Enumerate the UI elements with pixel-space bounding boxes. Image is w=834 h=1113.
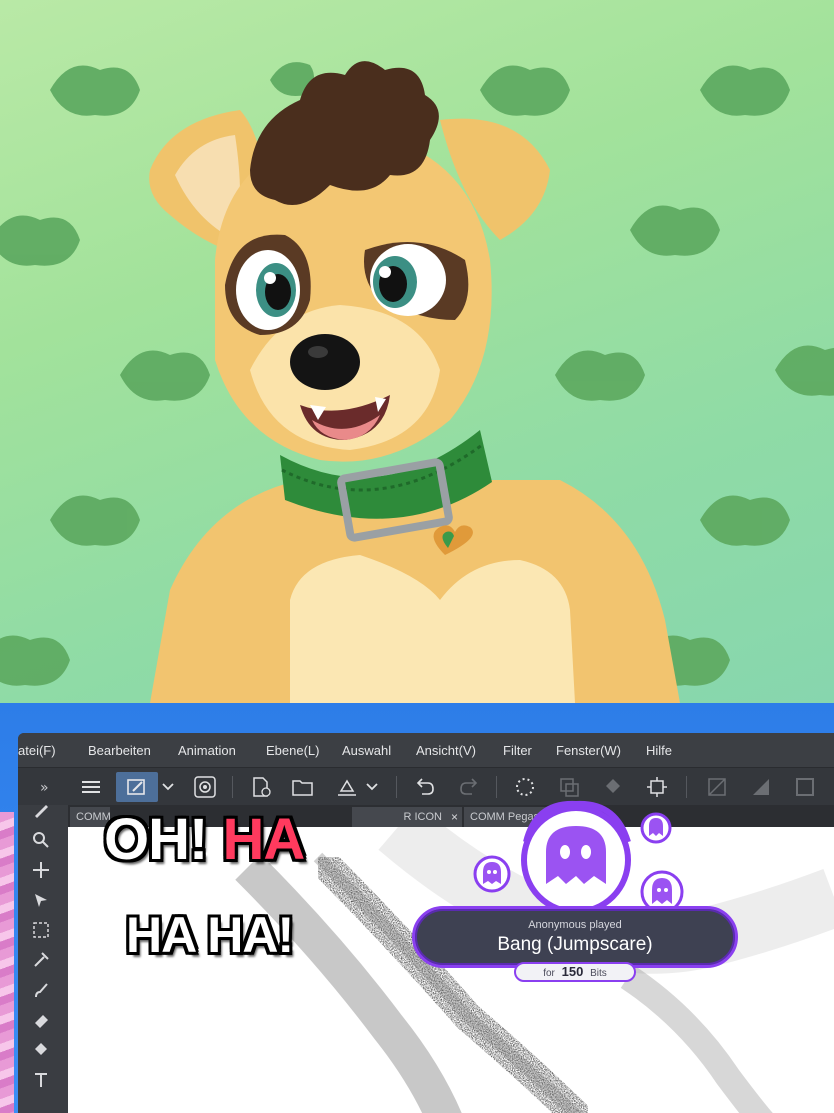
tone-icon[interactable]: [746, 772, 776, 802]
menu-datei[interactable]: atei(F): [18, 743, 56, 758]
close-icon[interactable]: ×: [451, 810, 458, 824]
text-tool-icon[interactable]: [32, 1071, 50, 1089]
caption-oh: OH!: [104, 807, 208, 872]
tool-palette: [18, 805, 68, 1113]
eraser-icon[interactable]: [32, 1011, 50, 1029]
vtuber-avatar-scene: [0, 61, 834, 703]
menu-animation[interactable]: Animation: [178, 743, 236, 758]
menu-ansicht[interactable]: Ansicht(V): [416, 743, 476, 758]
pen-tool-icon[interactable]: [32, 801, 50, 819]
menu-bearbeiten[interactable]: Bearbeiten: [88, 743, 151, 758]
caption-line-1: OH! HA: [104, 806, 305, 873]
menu-ebene[interactable]: Ebene(L): [266, 743, 319, 758]
chevron-down-icon[interactable]: [158, 772, 178, 802]
chevron-down-icon[interactable]: [362, 772, 382, 802]
menu-auswahl[interactable]: Auswahl: [342, 743, 391, 758]
brush-icon[interactable]: [32, 981, 50, 999]
tab-label: R ICON: [403, 811, 443, 823]
eyedropper-icon[interactable]: [32, 951, 50, 969]
export-icon[interactable]: [332, 772, 362, 802]
small-ghost-icon: [640, 812, 672, 844]
tab-r-icon[interactable]: R ICON ×: [352, 807, 462, 827]
small-ghost-icon: [473, 855, 511, 893]
operation-icon[interactable]: [32, 891, 50, 909]
new-file-icon[interactable]: [246, 772, 276, 802]
spiral-icon[interactable]: [190, 772, 220, 802]
double-chevron-icon[interactable]: »: [32, 772, 62, 802]
menu-bar: atei(F) Bearbeiten Animation Ebene(L) Au…: [18, 733, 834, 767]
undo-icon[interactable]: [410, 772, 440, 802]
edit-layer-icon[interactable]: [116, 772, 158, 802]
menu-hilfe[interactable]: Hilfe: [646, 743, 672, 758]
alert-title: Bang (Jumpscare): [497, 934, 653, 955]
move-icon[interactable]: [32, 861, 50, 879]
svg-text:»: »: [40, 780, 49, 794]
alert-amount: 150: [561, 964, 584, 979]
avatar-nose: [290, 334, 360, 390]
menu-filter[interactable]: Filter: [503, 743, 532, 758]
frame-icon[interactable]: [790, 772, 820, 802]
command-bar: »: [18, 767, 834, 805]
hide-selection-icon[interactable]: [702, 772, 732, 802]
side-decoration: [0, 812, 14, 1113]
caption-ha-highlight: HA: [222, 807, 305, 872]
alert-unit: Bits: [590, 968, 607, 979]
alert-user-line: Anonymous played: [528, 919, 622, 931]
menu-fenster[interactable]: Fenster(W): [556, 743, 621, 758]
open-folder-icon[interactable]: [288, 772, 318, 802]
zoom-icon[interactable]: [32, 831, 50, 849]
webcam-feed: [0, 0, 834, 703]
fill-bucket-icon[interactable]: [32, 1041, 50, 1059]
alert-mascot-icons: [473, 800, 684, 915]
bits-alert-card: Anonymous played Bang (Jumpscare): [412, 906, 738, 968]
ghost-mascot-icon: [521, 800, 631, 915]
hamburger-menu-icon[interactable]: [76, 772, 106, 802]
bits-amount-pill: for 150 Bits: [514, 962, 636, 982]
alert-for-label: for: [543, 968, 555, 979]
caption-line-2: HA HA!: [126, 907, 294, 963]
selection-icon[interactable]: [32, 921, 50, 939]
